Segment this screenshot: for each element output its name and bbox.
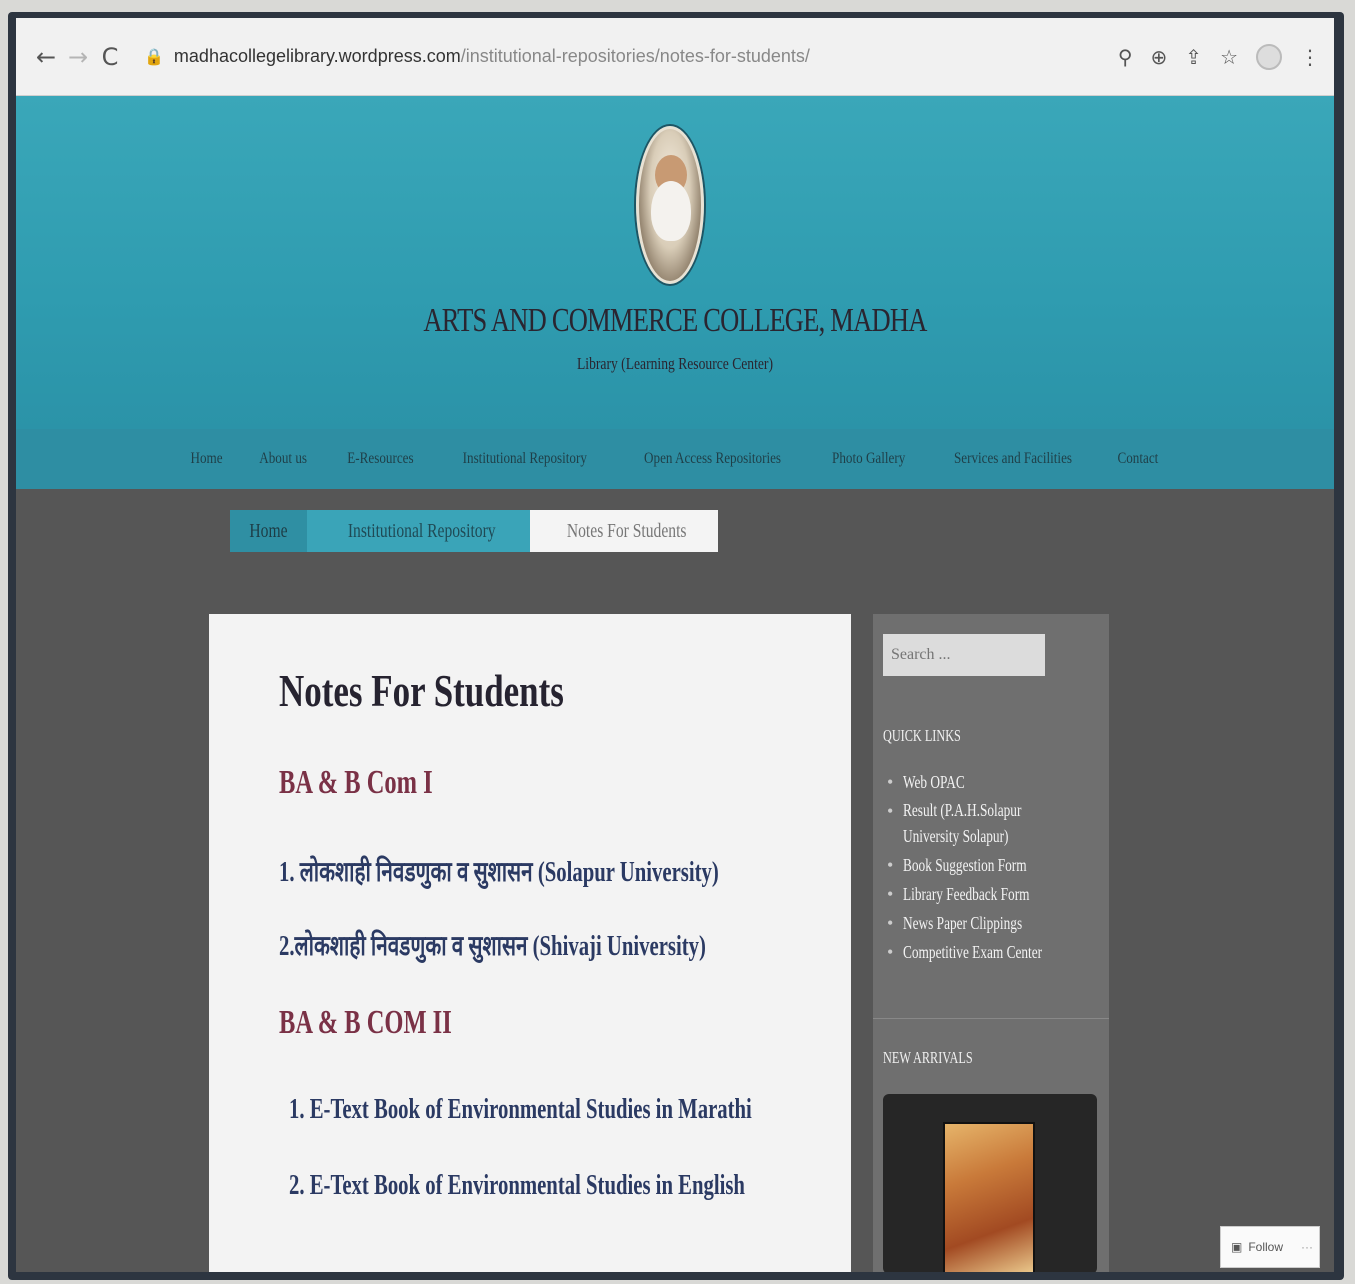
new-arrivals-box [883,1094,1097,1272]
quick-links-list: Web OPAC Result (P.A.H.Solapur Universit… [887,768,1097,967]
menu-item-home[interactable]: Home [191,450,223,468]
menu-kebab-icon[interactable]: ⋮ [1300,45,1320,69]
extension-icon[interactable]: ⊕ [1151,45,1168,69]
zoom-icon[interactable]: ⚲ [1118,45,1133,69]
site-title[interactable]: ARTS AND COMMERCE COLLEGE, MADHA [161,302,1189,340]
quick-link-label: Library Feedback Form [903,884,1030,904]
breadcrumb-current-label: Notes For Students [567,519,687,542]
breadcrumb-current: Notes For Students [530,510,718,552]
quick-link-competitive-exam-center[interactable]: Competitive Exam Center [887,938,1097,967]
quick-link-label: Result (P.A.H.Solapur University Solapur… [903,800,1022,846]
logo-beard [651,181,691,241]
breadcrumb-parent-label: Institutional Repository [347,519,496,542]
browser-actions: ⚲ ⊕ ⇪ ☆ ⋮ [1118,43,1320,70]
breadcrumb-home-label: Home [249,519,288,542]
menu-item-contact[interactable]: Contact [1118,450,1159,468]
page-title: Notes For Students [279,665,564,716]
breadcrumb-institutional-repository[interactable]: Institutional Repository [306,510,531,552]
new-arrival-book-cover[interactable] [943,1122,1035,1272]
menu-item-open-access-repositories[interactable]: Open Access Repositories [644,450,781,468]
quick-link-label: Competitive Exam Center [903,942,1043,962]
menu-item-services-and-facilities[interactable]: Services and Facilities [954,450,1072,468]
sidebar-divider [873,1018,1109,1019]
new-arrivals-title: NEW ARRIVALS [883,1048,973,1067]
main-menu: Home About us E-Resources Institutional … [16,429,1334,489]
site-header: ARTS AND COMMERCE COLLEGE, MADHA Library… [16,96,1334,489]
quick-links-title: QUICK LINKS [883,726,961,745]
menu-item-about-us[interactable]: About us [259,450,307,468]
note-link-evs-marathi[interactable]: 1. E-Text Book of Environmental Studies … [289,1094,752,1126]
reload-icon[interactable]: C [94,43,126,71]
bookmark-star-icon[interactable]: ☆ [1220,45,1238,69]
menu-item-e-resources[interactable]: E-Resources [348,450,414,468]
note-link-evs-english[interactable]: 2. E-Text Book of Environmental Studies … [289,1170,745,1202]
quick-link-label: News Paper Clippings [903,913,1023,933]
quick-link-book-suggestion[interactable]: Book Suggestion Form [887,851,1097,880]
forward-icon[interactable]: → [62,43,94,71]
note-link-shivaji-university[interactable]: 2.लोकशाही निवडणुका व सुशासन (Shivaji Uni… [279,926,706,964]
menu-item-institutional-repository[interactable]: Institutional Repository [463,450,587,468]
search-input[interactable] [883,634,1045,676]
back-icon[interactable]: ← [30,43,62,71]
more-icon[interactable]: ··· [1301,1240,1313,1254]
section-title-ba-bcom-2: BA & B COM II [279,1004,452,1041]
quick-link-label: Web OPAC [903,772,965,792]
breadcrumb: Home Institutional Repository Notes For … [230,510,718,552]
main-content: Notes For Students BA & B Com I 1. लोकशा… [209,614,851,1272]
site-subtitle: Library (Learning Resource Center) [577,354,773,373]
browser-toolbar: ← → C 🔒 madhacollegelibrary.wordpress.co… [16,18,1334,96]
quick-link-result[interactable]: Result (P.A.H.Solapur University Solapur… [887,797,1097,851]
share-icon[interactable]: ⇪ [1185,45,1202,69]
note-link-solapur-university[interactable]: 1. लोकशाही निवडणुका व सुशासन (Solapur Un… [279,852,719,890]
browser-window: ← → C 🔒 madhacollegelibrary.wordpress.co… [16,18,1334,1272]
quick-link-label: Book Suggestion Form [903,855,1027,875]
menu-item-photo-gallery[interactable]: Photo Gallery [832,450,905,468]
quick-link-library-feedback[interactable]: Library Feedback Form [887,880,1097,909]
lock-icon[interactable]: 🔒 [144,47,164,66]
site-logo[interactable] [636,126,704,284]
follow-icon: ▣ [1231,1240,1243,1254]
profile-icon[interactable] [1256,43,1282,70]
url-host: madhacollegelibrary.wordpress.com [173,46,461,66]
quick-link-web-opac[interactable]: Web OPAC [887,768,1097,797]
follow-button[interactable]: ▣ Follow ··· [1220,1226,1320,1268]
follow-label: Follow [1248,1240,1284,1254]
url-path: /institutional-repositories/notes-for-st… [460,46,810,66]
breadcrumb-home[interactable]: Home [230,510,307,552]
section-title-ba-bcom-1: BA & B Com I [279,764,433,801]
sidebar: QUICK LINKS Web OPAC Result (P.A.H.Solap… [873,614,1109,1272]
quick-link-news-paper-clippings[interactable]: News Paper Clippings [887,909,1097,938]
address-bar[interactable]: madhacollegelibrary.wordpress.com/instit… [174,46,1118,67]
